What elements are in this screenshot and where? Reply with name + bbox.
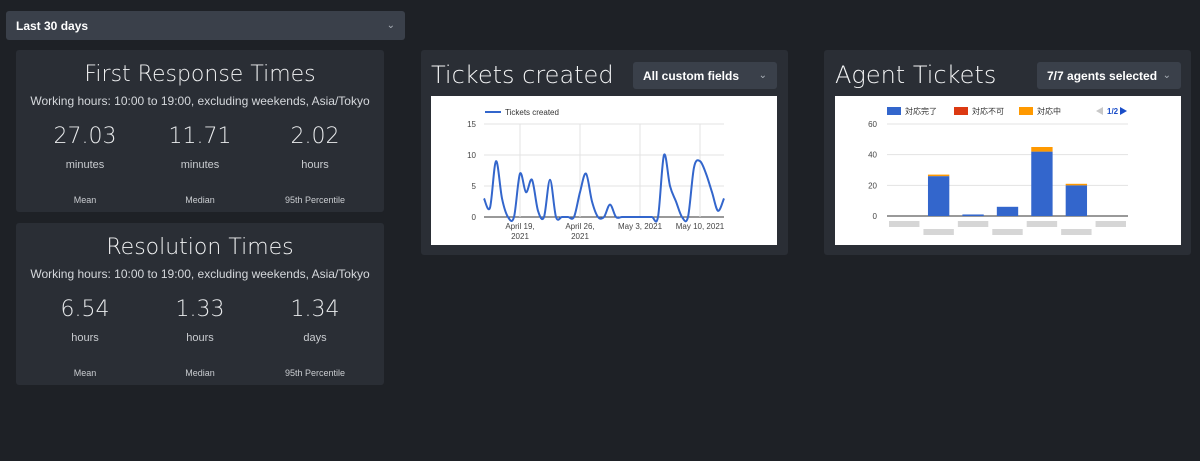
chevron-down-icon: ⌄ [386,20,395,31]
redacted-agent-label [889,221,920,227]
pager-label: 1/2 [1107,107,1119,116]
stat-unit: minutes [180,159,220,171]
first-response-mean: 27.03 minutes Mean [30,124,140,205]
redacted-agent-label [1061,229,1092,235]
y-tick-label: 10 [467,151,476,160]
chevron-down-icon: ⌄ [1162,70,1171,81]
bar-segment [1065,185,1088,216]
legend-swatch [1019,107,1033,115]
bar-segment [927,176,950,216]
stat-label: Median [185,195,215,205]
tickets-created-chart: 0 5 10 15 April 19, 2021 April 26, 2021 May 3, 2… [431,96,777,245]
stat-value: 11.71 [168,124,232,149]
bar-segment [962,214,984,216]
y-tick-label: 20 [868,181,877,190]
bar-segment [1031,151,1053,216]
agents-select-label: 7/7 agents selected [1047,68,1158,83]
tickets-created-title: Tickets created [431,61,614,89]
y-tick-label: 0 [472,213,477,222]
chevron-down-icon: ⌄ [758,70,767,81]
redacted-agent-label [957,221,989,227]
redacted-agent-label [923,229,954,235]
agents-select[interactable]: 7/7 agents selected ⌄ [1037,62,1181,89]
agent-tickets-title: Agent Tickets [835,61,997,89]
stat-label: Mean [73,195,97,205]
first-response-panel: First Response Times Working hours: 10:0… [16,50,384,212]
resolution-median: 1.33 hours Median [145,297,255,378]
redacted-agent-label [992,229,1023,235]
agent-tickets-chart: 0 20 40 60 対応完了 対応不可 対応中 1/2 [835,96,1181,245]
y-tick-label: 0 [873,212,878,221]
y-tick-label: 40 [868,151,877,160]
stat-unit: hours [301,159,329,171]
resolution-panel: Resolution Times Working hours: 10:00 to… [16,223,384,385]
legend-swatch [954,107,968,115]
stat-value: 27.03 [53,124,117,149]
stat-unit: hours [71,332,99,344]
stat-label: Mean [73,368,97,378]
x-tick-label: 2021 [511,232,529,241]
stat-value: 1.34 [290,297,340,322]
stat-value: 6.54 [60,297,110,322]
stat-value: 1.33 [175,297,225,322]
x-tick-label: May 3, 2021 [618,222,663,231]
legend-label: 対応完了 [905,106,937,116]
tickets-created-panel: Tickets created All custom fields ⌄ 0 5 10… [421,50,788,255]
x-tick-label: April 26, [565,222,594,231]
agent-bar-chart: 0 20 40 60 対応完了 対応不可 対応中 1/2 [868,106,1128,235]
first-response-p95: 2.02 hours 95th Percentile [260,124,370,205]
y-tick-label: 5 [472,182,477,191]
x-tick-label: May 10, 2021 [676,222,725,231]
stat-value: 2.02 [290,124,340,149]
redacted-agent-label [1095,221,1126,227]
triangle-left-icon [1096,107,1103,115]
resolution-title: Resolution Times [106,235,294,260]
resolution-subtitle: Working hours: 10:00 to 19:00, excluding… [30,267,370,281]
bar-segment [1065,183,1088,186]
bar-segment [927,174,950,177]
date-range-select[interactable]: Last 30 days ⌄ [6,11,405,40]
triangle-right-icon [1120,107,1127,115]
legend-swatch [887,107,901,115]
resolution-p95: 1.34 days 95th Percentile [260,297,370,378]
date-range-label: Last 30 days [16,18,89,33]
stat-unit: minutes [65,159,105,171]
redacted-agent-label [1026,221,1058,227]
custom-fields-label: All custom fields [643,68,740,83]
legend-label: 対応不可 [972,106,1004,116]
legend-label: Tickets created [505,108,559,117]
resolution-mean: 6.54 hours Mean [30,297,140,378]
stat-unit: days [303,332,327,344]
tickets-line-chart: 051015April 19,2021April 26,2021May 3, 2… [467,108,725,241]
first-response-median: 11.71 minutes Median [145,124,255,205]
stat-unit: hours [186,332,214,344]
first-response-title: First Response Times [84,62,316,87]
legend-label: 対応中 [1037,106,1061,116]
x-tick-label: 2021 [571,232,589,241]
y-tick-label: 15 [467,120,476,129]
custom-fields-select[interactable]: All custom fields ⌄ [633,62,777,89]
agent-tickets-panel: Agent Tickets 7/7 agents selected ⌄ 0 20 4… [824,50,1191,255]
x-tick-label: April 19, [505,222,534,231]
bar-segment [1031,147,1053,152]
first-response-subtitle: Working hours: 10:00 to 19:00, excluding… [30,94,370,108]
stat-label: Median [185,368,215,378]
bar-segment [996,206,1019,216]
stat-label: 95th Percentile [284,195,346,205]
stat-label: 95th Percentile [284,368,346,378]
y-tick-label: 60 [868,120,877,129]
